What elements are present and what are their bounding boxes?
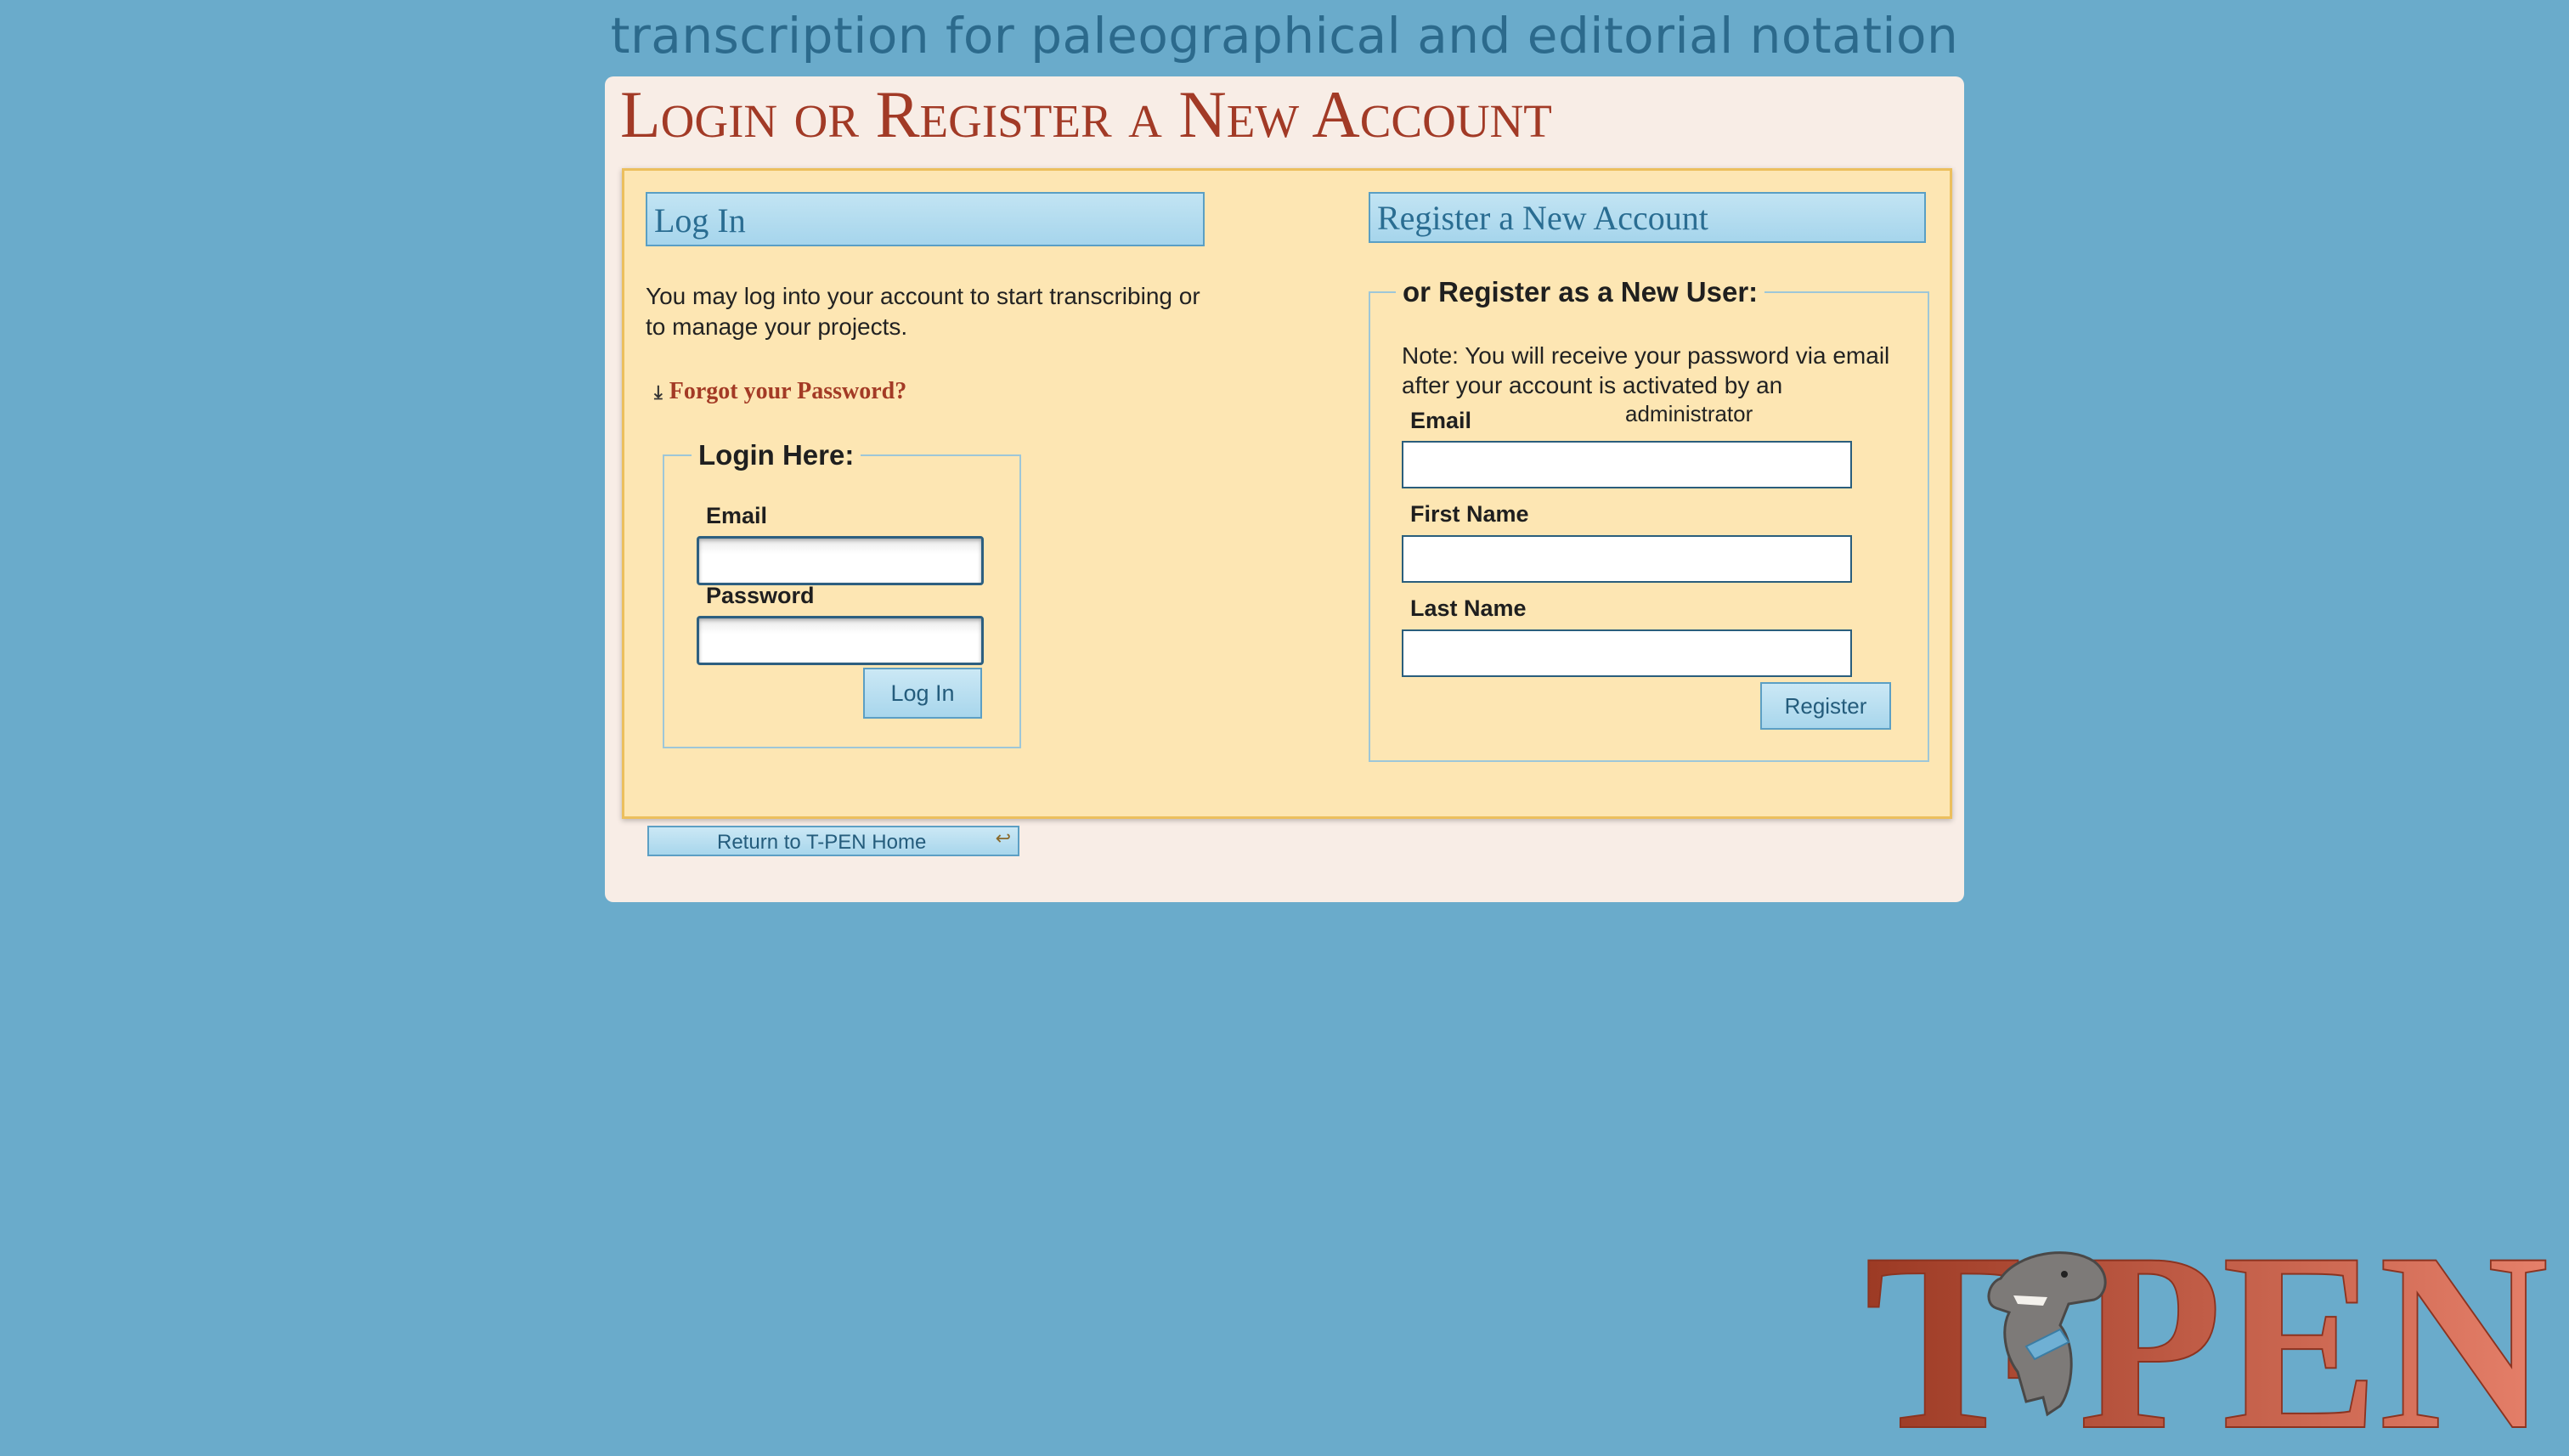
password-label: Password bbox=[706, 583, 815, 608]
site-tagline: transcription for paleographical and edi… bbox=[610, 7, 1959, 65]
login-email-label: Email bbox=[706, 503, 768, 528]
register-button[interactable]: Register bbox=[1760, 682, 1891, 730]
login-panel: Login or Register a New Account Log In Y… bbox=[605, 76, 1964, 902]
login-email-input[interactable] bbox=[697, 536, 984, 585]
login-intro: You may log into your account to start t… bbox=[646, 283, 1200, 340]
password-input[interactable] bbox=[697, 616, 984, 665]
login-header: Log In bbox=[646, 192, 1205, 246]
return-arrow-icon: ↩ bbox=[995, 827, 1011, 849]
register-note-line1: Note: You will receive your password via… bbox=[1402, 342, 1890, 369]
register-header: Register a New Account bbox=[1369, 192, 1926, 243]
login-legend: Login Here: bbox=[698, 439, 855, 471]
forgot-password-label: Forgot your Password? bbox=[669, 378, 907, 404]
page-title: Login or Register a New Account bbox=[620, 77, 1552, 151]
return-home-button[interactable]: Return to T-PEN Home ↩ bbox=[647, 826, 1019, 856]
register-email-input[interactable] bbox=[1402, 441, 1852, 488]
logo-text: T-PEN bbox=[1865, 1240, 2549, 1440]
login-button[interactable]: Log In bbox=[863, 668, 982, 719]
login-register-box: Log In You may log into your account to … bbox=[622, 168, 1952, 819]
register-legend: or Register as a New User: bbox=[1403, 276, 1759, 308]
forgot-password-link[interactable]: ⤓ Forgot your Password? bbox=[654, 378, 906, 405]
register-note-line2: after your account is activated by an bbox=[1402, 372, 1783, 398]
register-email-label: Email bbox=[1410, 408, 1472, 433]
last-name-label: Last Name bbox=[1410, 595, 1527, 621]
register-note-line3: administrator bbox=[1625, 401, 1753, 426]
first-name-label: First Name bbox=[1410, 501, 1529, 527]
first-name-input[interactable] bbox=[1402, 535, 1852, 583]
tpen-logo: T-PEN bbox=[1865, 1240, 2549, 1440]
last-name-input[interactable] bbox=[1402, 629, 1852, 677]
download-arrow-icon: ⤓ bbox=[654, 381, 663, 403]
return-home-label: Return to T-PEN Home bbox=[717, 831, 927, 854]
